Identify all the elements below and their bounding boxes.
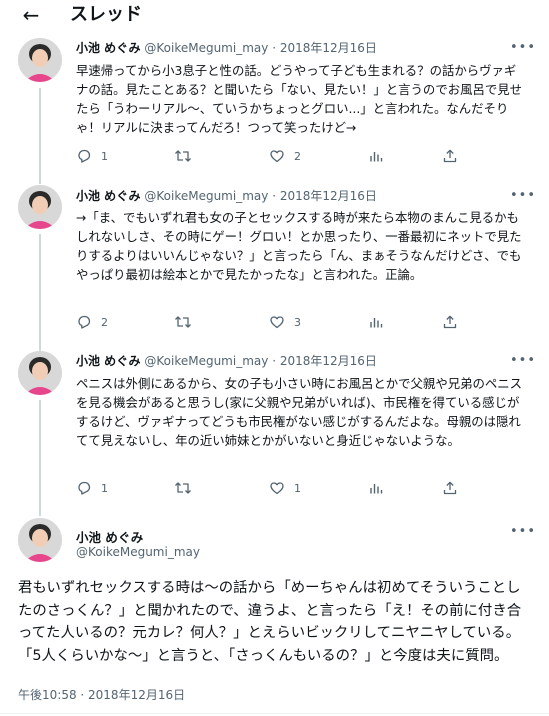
- share-button[interactable]: [442, 313, 458, 331]
- tweet-text: ペニスは外側にあるから、女の子も小さい時にお風呂とかで父親や兄弟のペニスを見る機…: [76, 376, 523, 448]
- tweet-header: 小池 めぐみ @KoikeMegumi_may · 2018年12月16日: [76, 40, 377, 56]
- tweet-actions: 2 3: [76, 313, 466, 331]
- author-name[interactable]: 小池 めぐみ: [76, 41, 141, 55]
- author-handle[interactable]: @KoikeMegumi_may: [144, 354, 268, 368]
- retweet-button[interactable]: [174, 313, 201, 331]
- avatar[interactable]: [18, 518, 62, 562]
- analytics-button[interactable]: [368, 479, 384, 497]
- author-handle[interactable]: @KoikeMegumi_may: [76, 545, 200, 559]
- author-name[interactable]: 小池 めぐみ: [76, 189, 141, 203]
- avatar[interactable]: [18, 351, 62, 395]
- analytics-icon: [370, 152, 383, 162]
- retweet-icon: [175, 482, 191, 494]
- retweet-icon: [175, 316, 191, 328]
- reply-icon: [78, 315, 91, 329]
- heart-icon: [270, 316, 284, 329]
- reply-button[interactable]: 1: [76, 147, 108, 165]
- thread-connector: [39, 400, 41, 516]
- avatar[interactable]: [18, 185, 62, 229]
- tweet-actions: 1 2: [76, 147, 466, 165]
- like-button[interactable]: 2: [269, 147, 301, 165]
- tweet-actions: 1 1: [76, 479, 466, 497]
- share-button[interactable]: [442, 147, 458, 165]
- arrow-left-icon[interactable]: ←: [17, 2, 45, 28]
- avatar[interactable]: [18, 38, 62, 82]
- reply-button[interactable]: 1: [76, 479, 108, 497]
- like-count: 1: [294, 481, 301, 495]
- divider: [0, 713, 549, 714]
- author-name[interactable]: 小池 めぐみ: [76, 527, 143, 546]
- like-count: 2: [294, 149, 301, 163]
- tweet-text: 早速帰ってから小3息子と性の話。どうやって子ども生まれる？の話からヴァギナの話。…: [76, 63, 523, 135]
- reply-count: 2: [101, 315, 108, 329]
- reply-icon: [78, 149, 91, 163]
- author-name[interactable]: 小池 めぐみ: [76, 354, 141, 368]
- analytics-icon: [370, 484, 383, 494]
- separator: ·: [272, 189, 277, 203]
- reply-button[interactable]: 2: [76, 313, 108, 331]
- reply-count: 1: [101, 149, 108, 163]
- tweet-date[interactable]: 2018年12月16日: [280, 354, 377, 368]
- main-tweet-timestamp[interactable]: 午後10:58 · 2018年12月16日: [18, 686, 185, 703]
- more-icon[interactable]: •••: [510, 40, 536, 55]
- author-handle[interactable]: @KoikeMegumi_may: [144, 41, 268, 55]
- analytics-icon: [370, 318, 383, 328]
- author-handle[interactable]: @KoikeMegumi_may: [144, 189, 268, 203]
- heart-icon: [270, 482, 284, 495]
- share-icon: [443, 149, 457, 163]
- like-button[interactable]: 3: [269, 313, 301, 331]
- retweet-button[interactable]: [174, 147, 201, 165]
- more-icon[interactable]: •••: [510, 353, 536, 368]
- separator: ·: [272, 354, 277, 368]
- like-button[interactable]: 1: [269, 479, 301, 497]
- reply-icon: [78, 481, 91, 495]
- tweet-header: 小池 めぐみ @KoikeMegumi_may · 2018年12月16日: [76, 353, 377, 369]
- tweet-header: 小池 めぐみ @KoikeMegumi_may · 2018年12月16日: [76, 188, 377, 204]
- top-bar: ← スレッド: [0, 0, 549, 34]
- page-title: スレッド: [70, 4, 142, 25]
- share-icon: [443, 481, 457, 495]
- analytics-button[interactable]: [368, 313, 384, 331]
- retweet-button[interactable]: [174, 479, 201, 497]
- analytics-button[interactable]: [368, 147, 384, 165]
- main-tweet-text: 君もいずれセックスする時は〜の話から「めーちゃんは初めてそういうことしたのさっく…: [18, 580, 522, 664]
- more-icon[interactable]: •••: [510, 188, 536, 203]
- more-icon[interactable]: •••: [510, 524, 536, 539]
- share-icon: [443, 315, 457, 329]
- reply-count: 1: [101, 481, 108, 495]
- share-button[interactable]: [442, 479, 458, 497]
- thread-connector: [39, 88, 41, 184]
- tweet-text: →「ま、でもいずれ君も女の子とセックスする時が来たら本物のまんこ見るかもしれない…: [76, 210, 522, 282]
- tweet-date[interactable]: 2018年12月16日: [280, 189, 377, 203]
- thread-connector: [39, 234, 41, 352]
- separator: ·: [272, 41, 277, 55]
- tweet-date[interactable]: 2018年12月16日: [280, 41, 377, 55]
- retweet-icon: [175, 150, 191, 162]
- heart-icon: [270, 150, 284, 163]
- like-count: 3: [294, 315, 301, 329]
